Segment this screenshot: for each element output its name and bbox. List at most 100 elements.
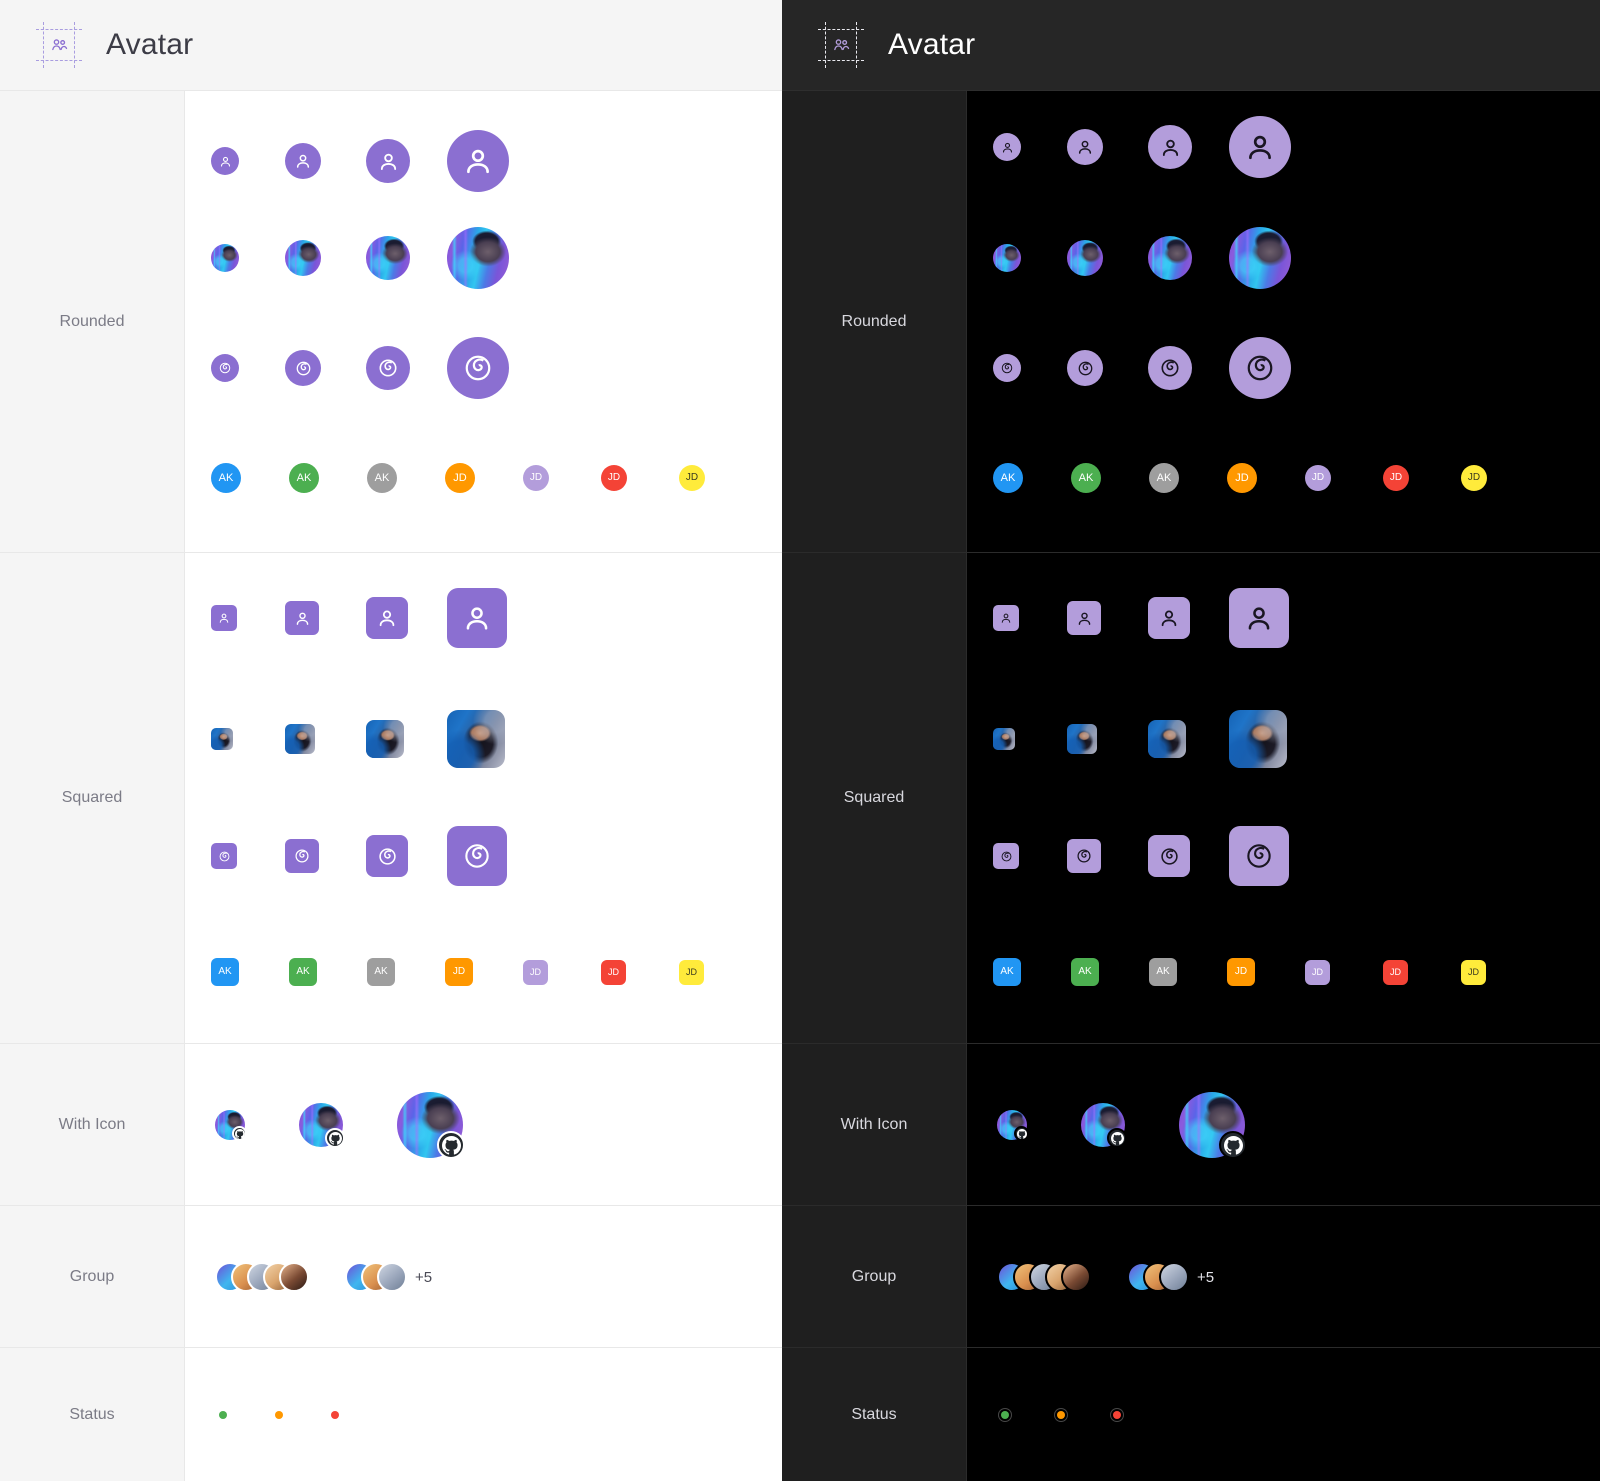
avatar-brand-square-xs[interactable] — [211, 843, 237, 869]
avatar-photo-xs[interactable] — [211, 244, 239, 272]
avatar-initials-square-6[interactable]: JD — [679, 959, 704, 985]
avatar-initials-square-3[interactable]: JD — [1227, 958, 1255, 986]
avatar-initials-square-4[interactable]: JD — [523, 959, 548, 985]
avatar-with-badge-md[interactable] — [299, 1103, 345, 1148]
avatar-photo-square-xs[interactable] — [993, 728, 1015, 750]
avatar-placeholder-square-sm[interactable] — [1067, 601, 1101, 635]
avatar-initials-square-1[interactable]: AK — [1071, 958, 1099, 986]
avatar-initials-5[interactable]: JD — [601, 465, 627, 491]
avatar-photo-sm[interactable] — [285, 240, 321, 276]
avatar-brand-xs[interactable] — [993, 354, 1021, 382]
avatar-placeholder-lg[interactable] — [1229, 116, 1291, 178]
avatar-placeholder-lg[interactable] — [447, 130, 509, 192]
avatar-initials-square-3[interactable]: JD — [445, 958, 473, 986]
avatar-photo-lg[interactable] — [447, 227, 509, 289]
avatar-brand-square-sm[interactable] — [1067, 839, 1101, 873]
status-dot-online[interactable] — [219, 1411, 227, 1419]
avatar-photo-lg[interactable] — [1229, 227, 1291, 289]
status-dot-busy[interactable] — [331, 1411, 339, 1419]
avatar-initials-4[interactable]: JD — [1305, 465, 1331, 491]
github-icon[interactable] — [437, 1131, 465, 1159]
avatar-brand-square-md[interactable] — [366, 835, 408, 877]
avatar-placeholder-square-md[interactable] — [366, 597, 408, 639]
avatar-with-badge-lg[interactable] — [1179, 1092, 1247, 1159]
avatar-photo-md[interactable] — [1148, 236, 1192, 280]
avatar-brand-md[interactable] — [366, 346, 410, 390]
avatar-initials-square-0[interactable]: AK — [993, 958, 1021, 986]
avatar-initials-0[interactable]: AK — [993, 463, 1023, 493]
avatar-placeholder-md[interactable] — [366, 139, 410, 183]
avatar-initials-4[interactable]: JD — [523, 465, 549, 491]
avatar-initials-6[interactable]: JD — [679, 465, 705, 491]
avatar-initials-square-2[interactable]: AK — [1149, 958, 1177, 986]
avatar-photo-square-sm[interactable] — [1067, 724, 1097, 754]
avatar-placeholder-square-xs[interactable] — [993, 605, 1019, 631]
avatar-brand-square-xs[interactable] — [993, 843, 1019, 869]
avatar-initials-3[interactable]: JD — [445, 463, 475, 493]
github-icon[interactable] — [1219, 1131, 1247, 1159]
avatar-brand-square-sm[interactable] — [285, 839, 319, 873]
status-dot-away[interactable] — [275, 1411, 283, 1419]
avatar-group-overflow[interactable]: +5 — [345, 1262, 432, 1292]
avatar-with-badge-md[interactable] — [1081, 1103, 1127, 1148]
avatar-photo-square-lg[interactable] — [1229, 710, 1287, 768]
avatar-photo-sm[interactable] — [1067, 240, 1103, 276]
avatar-initials-0[interactable]: AK — [211, 463, 241, 493]
avatar-placeholder-sm[interactable] — [1067, 129, 1103, 165]
with-icon-line — [967, 1044, 1600, 1206]
github-icon[interactable] — [1014, 1126, 1029, 1141]
avatar-placeholder-square-sm[interactable] — [285, 601, 319, 635]
avatar-placeholder-square-lg[interactable] — [447, 588, 507, 648]
avatar-placeholder-square-xs[interactable] — [211, 605, 237, 631]
avatar-initials-square-5[interactable]: JD — [601, 959, 626, 985]
avatar-placeholder-xs[interactable] — [993, 133, 1021, 161]
avatar-initials-square-1[interactable]: AK — [289, 958, 317, 986]
avatar-initials-square-6[interactable]: JD — [1461, 959, 1486, 985]
avatar-photo-square-md[interactable] — [366, 720, 404, 758]
avatar-initials-square-4[interactable]: JD — [1305, 959, 1330, 985]
avatar-initials-square-5[interactable]: JD — [1383, 959, 1408, 985]
avatar-photo-square-md[interactable] — [1148, 720, 1186, 758]
avatar-placeholder-md[interactable] — [1148, 125, 1192, 169]
avatar-brand-square-lg[interactable] — [1229, 826, 1289, 886]
avatar-initials-square-0[interactable]: AK — [211, 958, 239, 986]
avatar-brand-lg[interactable] — [1229, 337, 1291, 399]
avatar-brand-square-md[interactable] — [1148, 835, 1190, 877]
avatar-photo-xs[interactable] — [993, 244, 1021, 272]
avatar-brand-square-lg[interactable] — [447, 826, 507, 886]
avatar-placeholder-xs[interactable] — [211, 147, 239, 175]
avatar-brand-lg[interactable] — [447, 337, 509, 399]
avatar-photo-square-lg[interactable] — [447, 710, 505, 768]
avatar-initials-1[interactable]: AK — [1071, 463, 1101, 493]
avatar-initials-3[interactable]: JD — [1227, 463, 1257, 493]
github-icon[interactable] — [325, 1128, 345, 1148]
avatar-group-overflow[interactable]: +5 — [1127, 1262, 1214, 1292]
avatar-brand-sm[interactable] — [285, 350, 321, 386]
avatar-initials-2[interactable]: AK — [1149, 463, 1179, 493]
avatar-initials-1[interactable]: AK — [289, 463, 319, 493]
avatar-brand-xs[interactable] — [211, 354, 239, 382]
avatar-initials-6[interactable]: JD — [1461, 465, 1487, 491]
avatar-photo-md[interactable] — [366, 236, 410, 280]
avatar-group-full[interactable] — [997, 1262, 1091, 1292]
github-icon[interactable] — [1107, 1128, 1127, 1148]
avatar-with-badge-lg[interactable] — [397, 1092, 465, 1159]
avatar-placeholder-square-lg[interactable] — [1229, 588, 1289, 648]
avatar-brand-sm[interactable] — [1067, 350, 1103, 386]
avatar-initials-2[interactable]: AK — [367, 463, 397, 493]
avatar-photo-square-sm[interactable] — [285, 724, 315, 754]
avatar-with-badge-sm[interactable] — [997, 1110, 1029, 1141]
status-dot-online[interactable] — [1001, 1411, 1009, 1419]
avatar-photo-square-xs[interactable] — [211, 728, 233, 750]
avatar-group-full[interactable] — [215, 1262, 309, 1292]
avatar-initials-5[interactable]: JD — [1383, 465, 1409, 491]
avatar-placeholder-sm[interactable] — [285, 143, 321, 179]
avatar-with-badge-sm[interactable] — [215, 1110, 247, 1141]
status-dot-away[interactable] — [1057, 1411, 1065, 1419]
status-dot-busy[interactable] — [1113, 1411, 1121, 1419]
github-icon[interactable] — [232, 1126, 247, 1141]
avatar-brand-md[interactable] — [1148, 346, 1192, 390]
avatar-placeholder-square-md[interactable] — [1148, 597, 1190, 639]
page-title: Avatar — [888, 28, 976, 61]
avatar-initials-square-2[interactable]: AK — [367, 958, 395, 986]
